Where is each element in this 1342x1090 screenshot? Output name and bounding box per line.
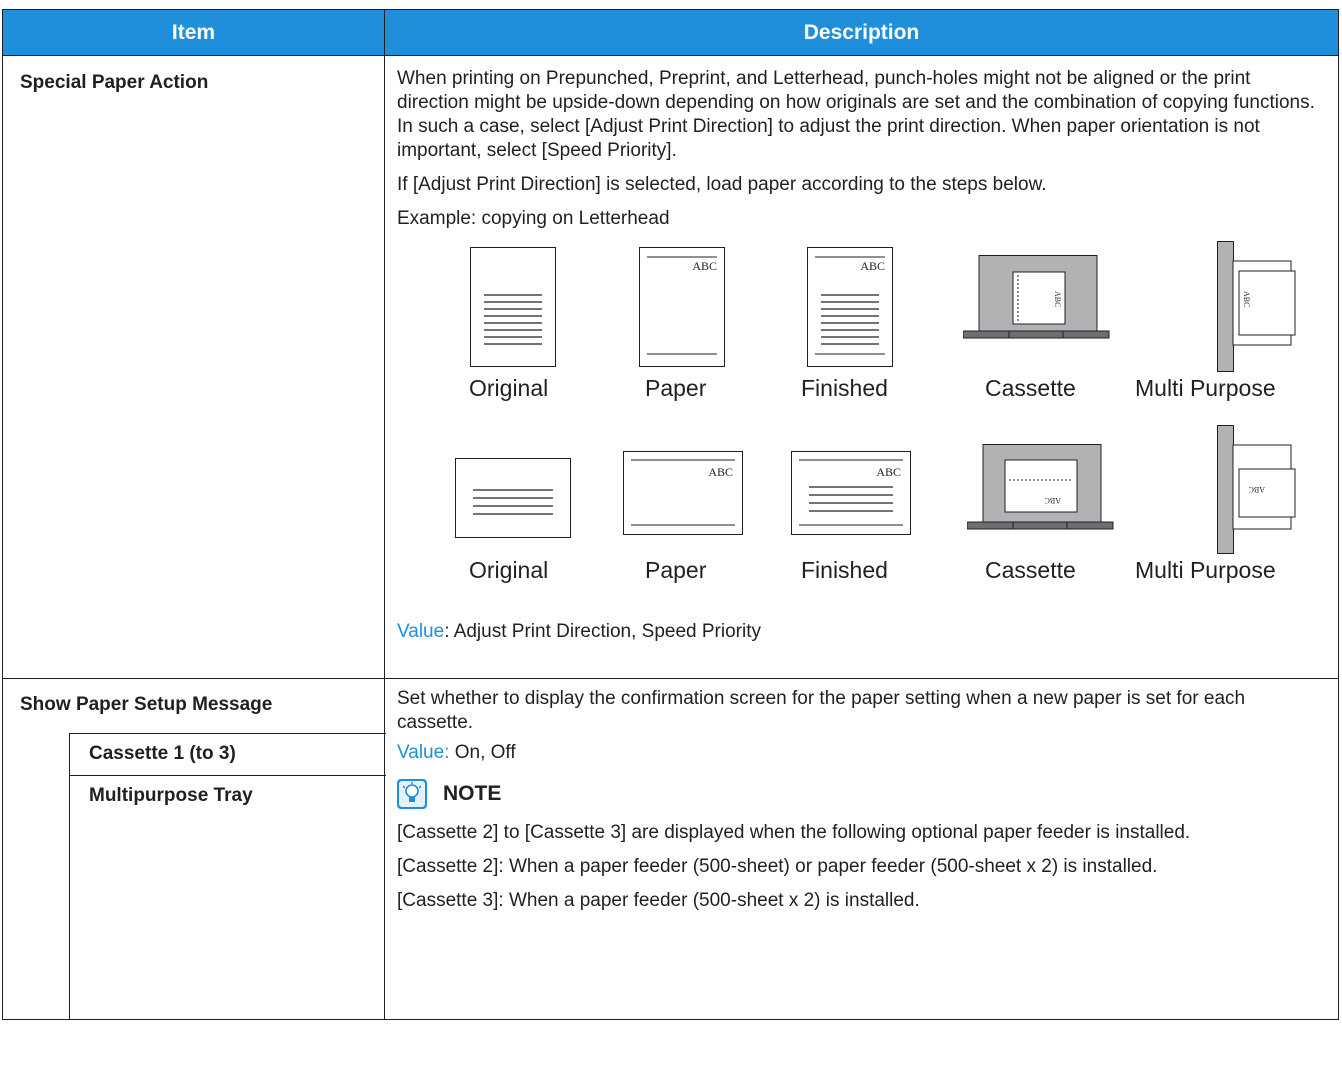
finished-landscape-illustration: ABC	[791, 451, 911, 535]
label-original: Original	[469, 557, 549, 583]
mp-tray-landscape-illustration: ABC	[1217, 425, 1296, 554]
svg-text:ABC: ABC	[1242, 291, 1251, 307]
svg-text:ABC: ABC	[1053, 291, 1062, 307]
item-show-paper-setup-message: Show Paper Setup Message	[20, 694, 273, 715]
svg-text:ABC: ABC	[708, 465, 733, 479]
label-cassette: Cassette	[985, 375, 1076, 401]
label-paper: Paper	[645, 375, 707, 401]
label-original: Original	[469, 375, 549, 401]
table-row-show-paper-setup-message: Show Paper Setup Message Cassette 1 (to …	[2, 678, 1339, 1020]
lightbulb-note-icon	[397, 779, 427, 809]
description-paragraph: Example: copying on Letterhead	[397, 208, 670, 229]
item-special-paper-action: Special Paper Action	[20, 72, 209, 93]
mp-tray-portrait-illustration: ABC	[1217, 241, 1296, 372]
description-paragraph: Set whether to display the confirmation …	[397, 688, 1246, 733]
paper-portrait-illustration: ABC	[639, 247, 725, 367]
value-key: Value	[397, 621, 445, 642]
label-multi-purpose: Multi Purpose	[1135, 375, 1276, 401]
label-cassette: Cassette	[985, 557, 1076, 583]
letterhead-figures: ABC ABC ABC ABC Original Paper Finished …	[397, 241, 1326, 616]
description-cell: Set whether to display the confirmation …	[384, 678, 1339, 1020]
header-description: Description	[384, 9, 1339, 56]
note-header: NOTE	[397, 779, 1326, 809]
label-finished: Finished	[801, 375, 888, 401]
settings-table: Item Description Special Paper Action Wh…	[2, 9, 1339, 1020]
sub-items: Cassette 1 (to 3) Multipurpose Tray	[69, 733, 386, 1019]
label-paper: Paper	[645, 557, 707, 583]
svg-text:ABC: ABC	[876, 465, 901, 479]
description-paragraph: If [Adjust Print Direction] is selected,…	[397, 174, 1047, 195]
label-finished: Finished	[801, 557, 888, 583]
item-cell: Show Paper Setup Message Cassette 1 (to …	[2, 678, 386, 1020]
manual-page: Item Description Special Paper Action Wh…	[0, 0, 1342, 1090]
abc-mark: ABC	[692, 259, 717, 273]
description-cell: When printing on Prepunched, Preprint, a…	[384, 55, 1339, 679]
original-portrait-illustration	[470, 247, 556, 367]
sub-item-cassette: Cassette 1 (to 3)	[70, 733, 386, 775]
svg-text:ABC: ABC	[1045, 496, 1061, 505]
value-key: Value:	[397, 742, 450, 763]
svg-text:ABC: ABC	[1249, 485, 1265, 494]
note-paragraph: [Cassette 2]: When a paper feeder (500-s…	[397, 856, 1158, 877]
value-text: : Adjust Print Direction, Speed Priority	[444, 621, 761, 642]
cassette-portrait-illustration: ABC	[963, 255, 1110, 339]
note-paragraph: [Cassette 3]: When a paper feeder (500-s…	[397, 890, 920, 911]
cassette-landscape-illustration: ABC	[967, 444, 1114, 530]
table-row-special-paper-action: Special Paper Action When printing on Pr…	[2, 55, 1339, 679]
original-landscape-illustration	[455, 458, 571, 538]
description-paragraph: When printing on Prepunched, Preprint, a…	[397, 68, 1315, 161]
paper-landscape-illustration: ABC	[623, 451, 743, 535]
note-paragraph: [Cassette 2] to [Cassette 3] are display…	[397, 822, 1191, 843]
item-cell: Special Paper Action	[2, 55, 385, 679]
value-text: On, Off	[449, 742, 516, 763]
label-multi-purpose: Multi Purpose	[1135, 557, 1276, 583]
value-line: Value: Adjust Print Direction, Speed Pri…	[397, 620, 1326, 678]
svg-text:ABC: ABC	[860, 259, 885, 273]
note-title: NOTE	[443, 782, 502, 805]
header-item: Item	[2, 9, 385, 56]
finished-portrait-illustration: ABC	[807, 247, 893, 367]
table-header: Item Description	[2, 9, 1339, 56]
sub-item-multipurpose-tray: Multipurpose Tray	[70, 775, 386, 815]
